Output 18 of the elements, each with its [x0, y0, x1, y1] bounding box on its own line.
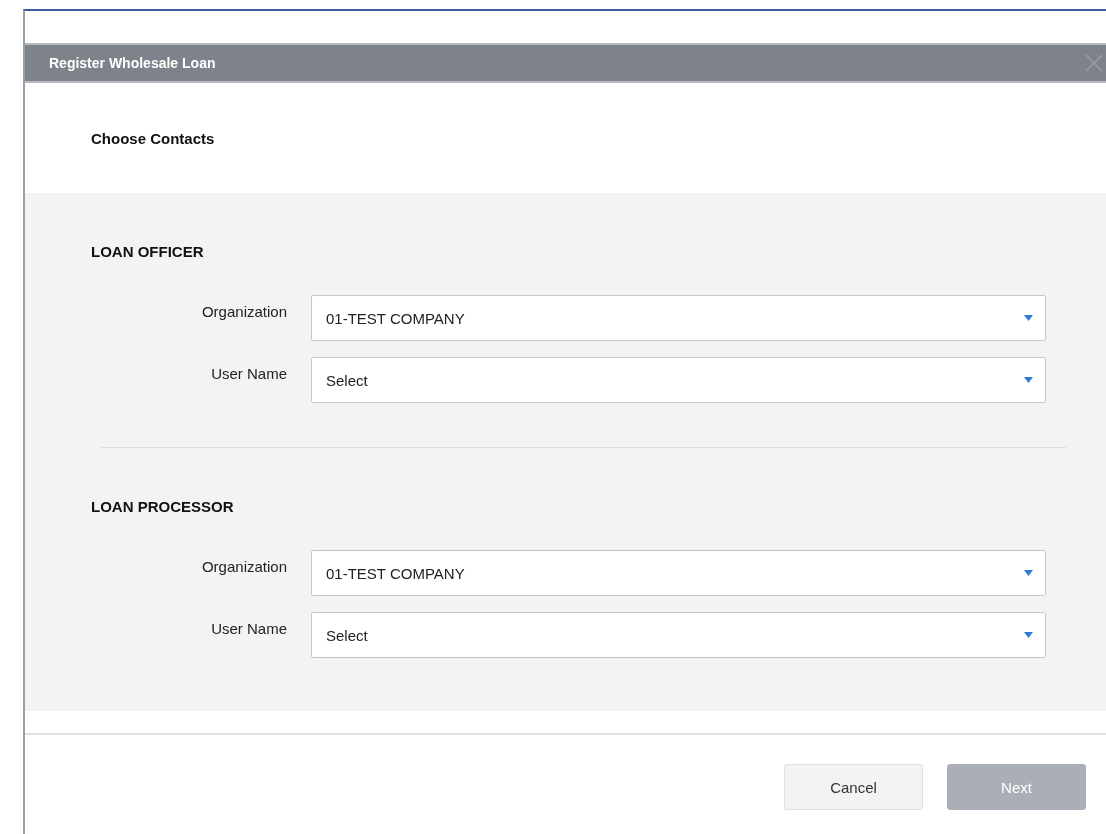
field-label: User Name	[210, 364, 287, 382]
field-label: User Name	[210, 619, 287, 637]
field-label: Organization	[200, 557, 287, 575]
dropdown-field[interactable]: 01-TEST COMPANY	[311, 295, 1046, 341]
dialog-button[interactable]: Cancel	[784, 764, 923, 810]
dropdown-field[interactable]: Select	[311, 357, 1046, 403]
close-icon[interactable]	[1084, 53, 1104, 73]
caret-icon	[1024, 315, 1033, 321]
caret-icon	[1024, 377, 1033, 383]
dropdown-field[interactable]: 01-TEST COMPANY	[311, 550, 1046, 596]
caret-icon	[1024, 570, 1033, 576]
dialog-title: Register Wholesale Loan	[49, 55, 216, 71]
step-title: Choose Contacts	[91, 129, 215, 147]
dropdown-field[interactable]: Select	[311, 612, 1046, 658]
field-label: Organization	[200, 302, 287, 320]
caret-icon	[1024, 632, 1033, 638]
section-heading: LOAN OFFICER	[91, 243, 205, 260]
section-heading: LOAN PROCESSOR	[91, 498, 235, 515]
